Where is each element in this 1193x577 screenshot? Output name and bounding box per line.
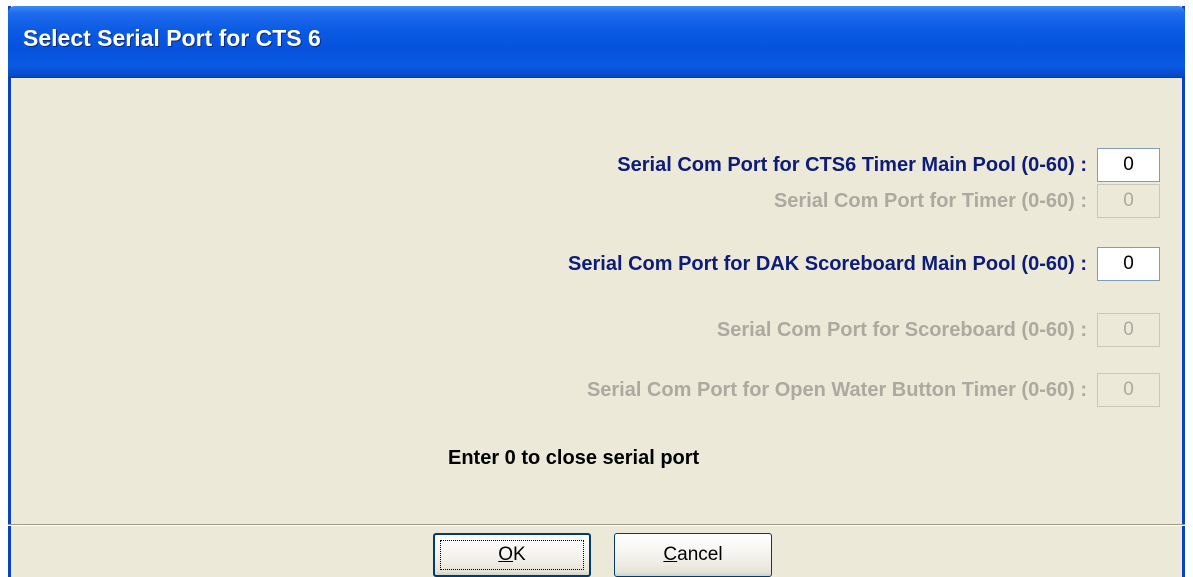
port-row-scoreboard: Serial Com Port for Scoreboard (0-60) : …: [717, 313, 1160, 347]
ok-label-rest: K: [513, 544, 526, 565]
port-input-dak-scoreboard-main-pool[interactable]: 0: [1097, 247, 1160, 281]
port-label-open-water-button-timer: Serial Com Port for Open Water Button Ti…: [586, 378, 1087, 401]
button-bar-separator: [8, 524, 1185, 526]
ok-button[interactable]: OK: [433, 533, 591, 577]
ok-button-label: OK: [498, 544, 525, 566]
serial-port-dialog: Select Serial Port for CTS 6 Serial Com …: [8, 6, 1185, 577]
window-title: Select Serial Port for CTS 6: [23, 25, 321, 51]
port-row-dak-scoreboard-main-pool: Serial Com Port for DAK Scoreboard Main …: [568, 247, 1160, 281]
port-input-timer: 0: [1097, 184, 1160, 218]
cancel-button-label: Cancel: [663, 544, 722, 566]
port-label-dak-scoreboard-main-pool: Serial Com Port for DAK Scoreboard Main …: [568, 252, 1087, 275]
port-label-cts6-main-pool: Serial Com Port for CTS6 Timer Main Pool…: [617, 153, 1087, 176]
port-label-scoreboard: Serial Com Port for Scoreboard (0-60) :: [716, 318, 1087, 341]
port-input-cts6-main-pool[interactable]: 0: [1097, 148, 1160, 182]
cancel-label-rest: ancel: [677, 544, 723, 565]
cancel-button[interactable]: Cancel: [614, 533, 772, 577]
port-label-timer: Serial Com Port for Timer (0-60) :: [773, 189, 1087, 212]
port-row-open-water-button-timer: Serial Com Port for Open Water Button Ti…: [587, 373, 1160, 407]
ok-mnemonic: O: [498, 544, 514, 565]
port-row-cts6-main-pool: Serial Com Port for CTS6 Timer Main Pool…: [617, 148, 1160, 182]
cancel-mnemonic: C: [663, 544, 678, 565]
port-input-scoreboard: 0: [1097, 313, 1160, 347]
port-row-timer: Serial Com Port for Timer (0-60) : 0: [774, 184, 1160, 218]
port-input-open-water-button-timer: 0: [1097, 373, 1160, 407]
title-bar[interactable]: Select Serial Port for CTS 6: [8, 6, 1185, 78]
close-port-hint: Enter 0 to close serial port: [448, 447, 700, 469]
